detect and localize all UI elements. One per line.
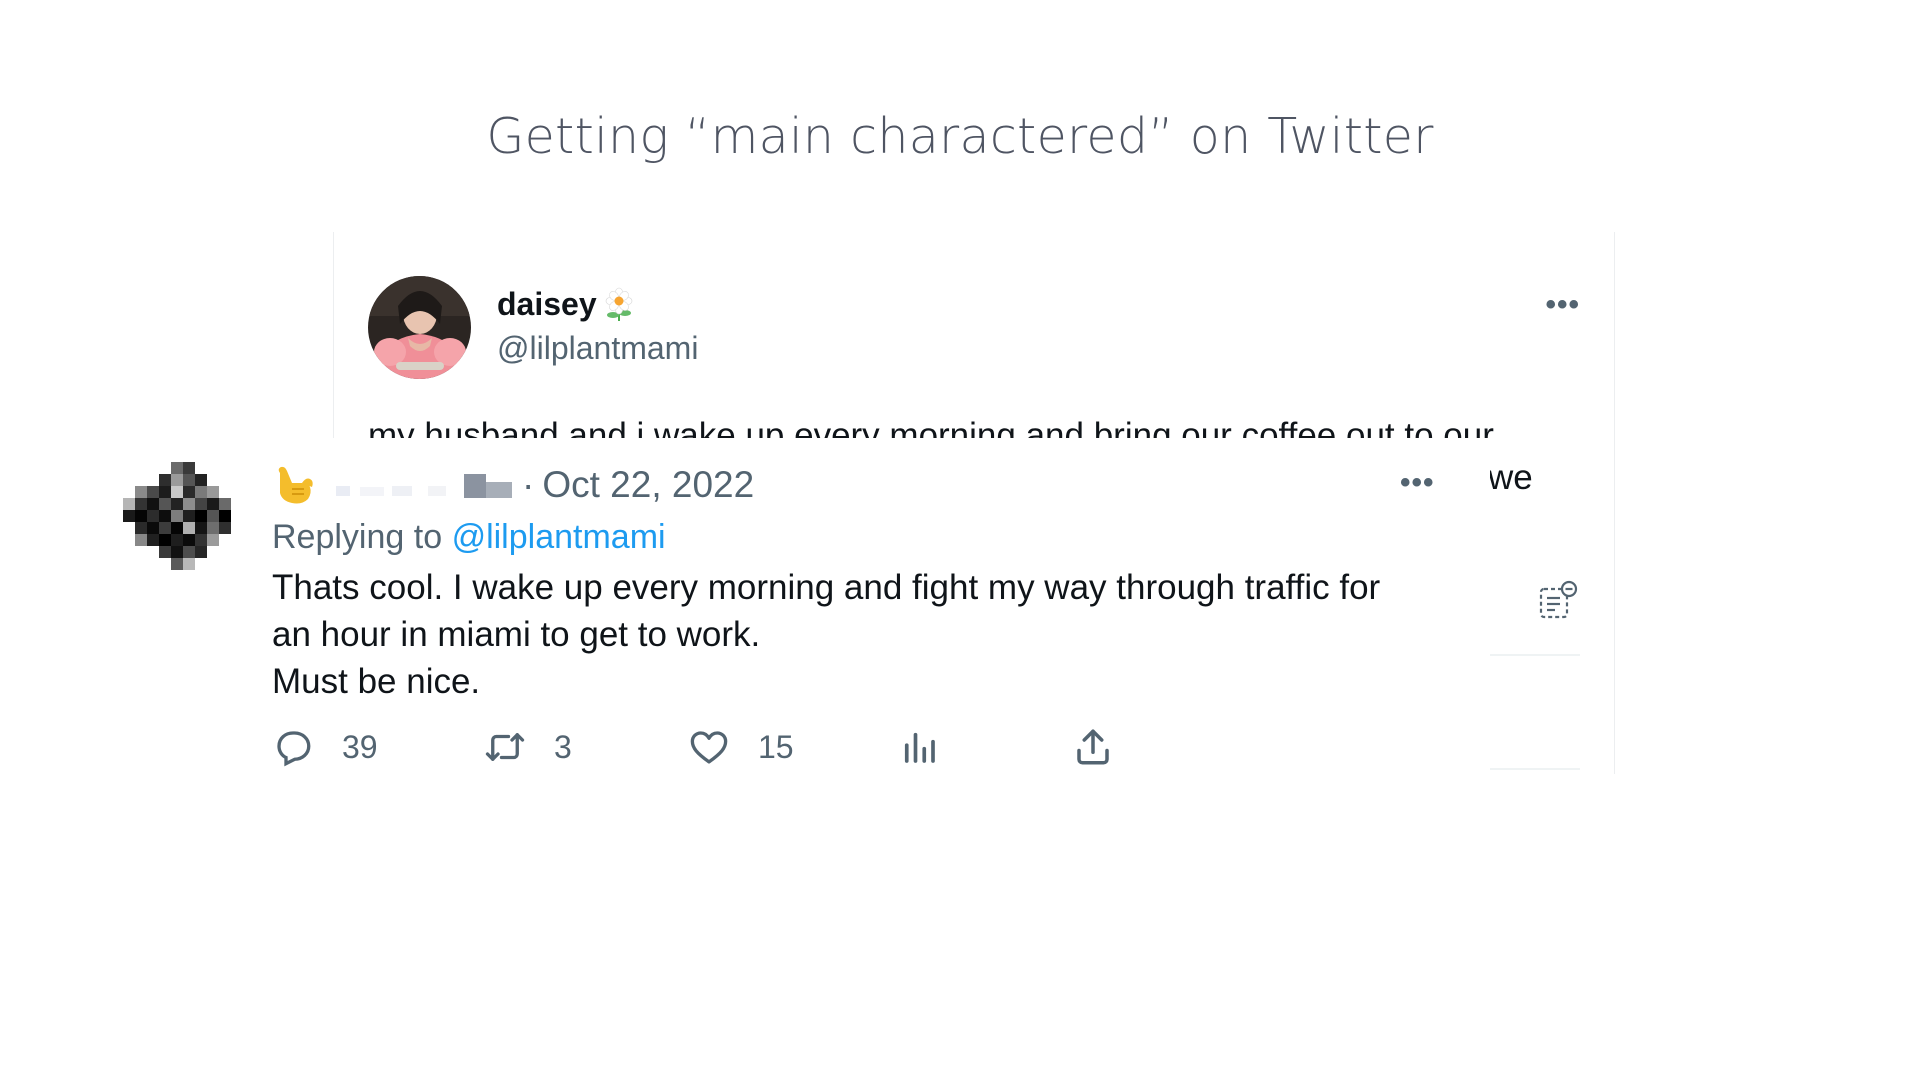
grok-analyze-icon[interactable] (1538, 580, 1578, 620)
blurred-name (326, 470, 516, 500)
like-icon (690, 731, 728, 764)
reply-text-line: Must be nice. (272, 662, 481, 701)
more-icon[interactable]: ••• (1545, 288, 1580, 322)
action-bar: 39 3 15 (272, 722, 1372, 772)
like-count: 15 (758, 728, 794, 765)
like-button[interactable]: 15 (688, 722, 794, 772)
views-icon (904, 732, 935, 763)
more-icon[interactable]: ••• (1400, 466, 1435, 500)
divider (1488, 768, 1580, 770)
tweet-text-fragment: we (1488, 458, 1533, 497)
replying-mention-link[interactable]: @lilplantmami (452, 518, 666, 556)
retweet-button[interactable]: 3 (484, 722, 572, 772)
original-name-row: daisey (497, 286, 637, 323)
reply-icon (277, 731, 311, 767)
reply-header: · Oct 22, 2022 (272, 460, 754, 510)
reply-button[interactable]: 39 (272, 722, 378, 772)
avatar[interactable] (368, 276, 471, 379)
flower-icon (601, 287, 637, 323)
handle[interactable]: @lilplantmami (497, 330, 698, 367)
share-icon (1077, 729, 1109, 765)
retweet-count: 3 (554, 728, 572, 765)
call-me-hand-icon (272, 463, 316, 507)
display-name[interactable]: daisey (497, 286, 597, 323)
divider (1488, 654, 1580, 656)
date-separator: · (522, 464, 535, 505)
views-button[interactable] (898, 722, 940, 772)
retweet-icon (485, 733, 525, 761)
reply-text-line: Thats cool. I wake up every morning and … (272, 568, 1381, 607)
reply-count: 39 (342, 728, 378, 765)
reply-tweet-card: · Oct 22, 2022 ••• Replying to @lilplant… (120, 438, 1490, 784)
replying-to: Replying to @lilplantmami (272, 518, 666, 557)
replying-prefix: Replying to (272, 518, 443, 556)
reply-text: Thats cool. I wake up every morning and … (272, 564, 1452, 705)
slide: Getting “main charactered” on Twitter da… (0, 0, 1920, 1080)
reply-text-line: an hour in miami to get to work. (272, 615, 761, 654)
share-button[interactable] (1072, 722, 1114, 772)
pixelated-avatar[interactable] (123, 462, 243, 580)
slide-title: Getting “main charactered” on Twitter (486, 108, 1434, 165)
tweet-date[interactable]: Oct 22, 2022 (542, 464, 754, 506)
